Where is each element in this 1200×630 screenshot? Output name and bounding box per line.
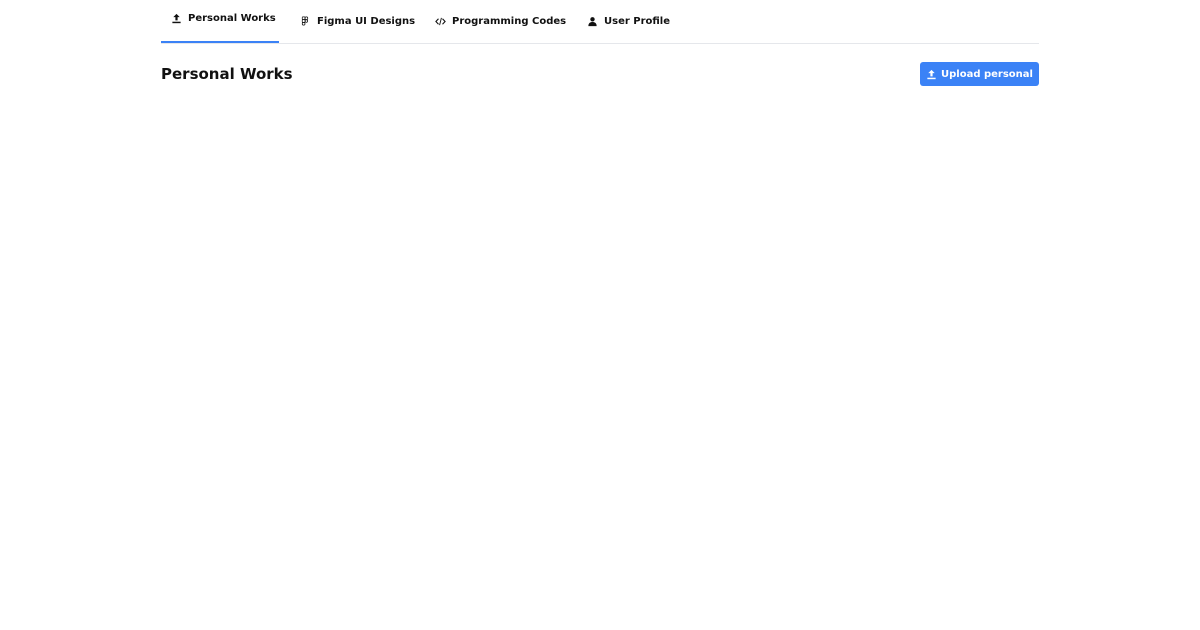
upload-button-label: Upload personal xyxy=(941,68,1033,80)
figma-icon xyxy=(299,16,311,28)
tab-personal-works[interactable]: Personal Works xyxy=(161,0,279,43)
upload-personal-button[interactable]: Upload personal xyxy=(920,62,1039,86)
tab-user-profile[interactable]: User Profile xyxy=(568,0,671,43)
tab-figma-ui-designs[interactable]: Figma UI Designs xyxy=(279,0,416,43)
tab-label: Figma UI Designs xyxy=(317,16,416,27)
content-container: Personal Works Figma UI Designs Programm… xyxy=(161,0,1039,94)
upload-icon xyxy=(170,13,182,25)
tab-bar: Personal Works Figma UI Designs Programm… xyxy=(161,0,1039,44)
code-icon xyxy=(434,16,446,28)
tab-label: User Profile xyxy=(604,16,671,27)
tab-programming-codes[interactable]: Programming Codes xyxy=(416,0,568,43)
page-title: Personal Works xyxy=(161,65,293,83)
tab-label: Programming Codes xyxy=(452,16,567,27)
page: Personal Works Figma UI Designs Programm… xyxy=(0,0,1200,630)
tab-label: Personal Works xyxy=(188,13,276,24)
upload-icon xyxy=(926,69,937,80)
user-icon xyxy=(586,16,598,28)
page-header: Personal Works Upload personal xyxy=(161,44,1039,94)
